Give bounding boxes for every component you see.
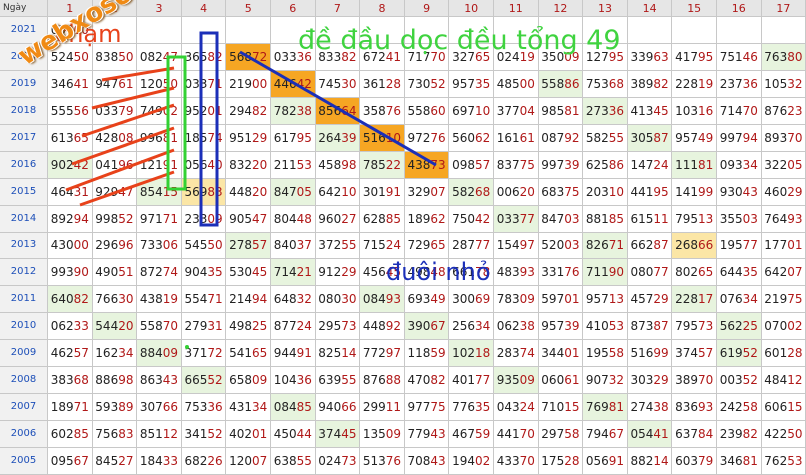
pointer-line-5 [65, 148, 175, 192]
blue-highlight-box [199, 31, 219, 227]
pointer-line-1 [101, 66, 175, 82]
dot-marker [185, 345, 189, 349]
pointer-line-2 [91, 86, 175, 110]
diagonal-line [239, 50, 437, 167]
pointer-line-6 [79, 170, 175, 207]
green-highlight-box [166, 55, 187, 191]
tail-note: đuôi nhỏ [386, 258, 491, 286]
title-note: đề đầu dọc đều tổng 49 [298, 25, 621, 56]
annotation-marks [65, 31, 437, 349]
